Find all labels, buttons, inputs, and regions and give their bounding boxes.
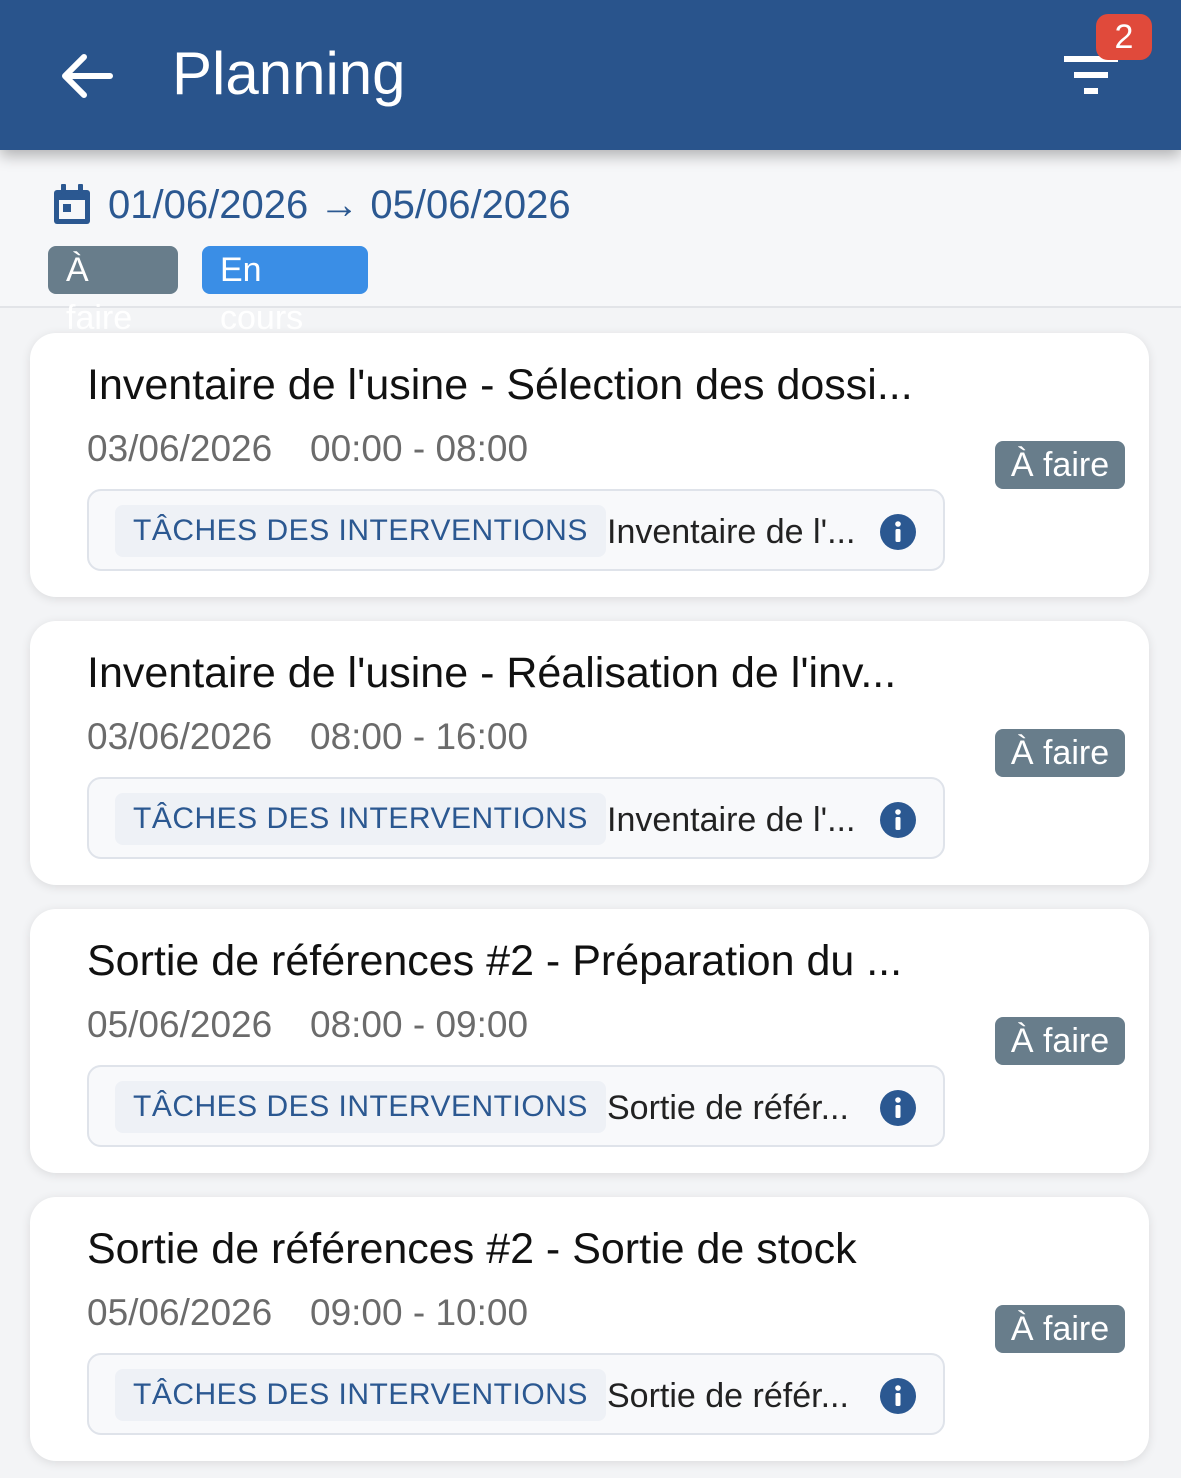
task-card[interactable]: Inventaire de l'usine - Sélection des do… — [30, 333, 1149, 597]
task-card[interactable]: Inventaire de l'usine - Réalisation de l… — [30, 621, 1149, 885]
reference-value: Inventaire de l'... — [607, 801, 856, 839]
filter-summary: 01/06/2026 → 05/06/2026 À faire En cours — [0, 150, 1181, 337]
app-bar: Planning 2 — [0, 0, 1181, 150]
task-title: Sortie de références #2 - Sortie de stoc… — [87, 1225, 857, 1273]
task-status-badge: À faire — [995, 1017, 1125, 1065]
task-date: 03/06/2026 — [87, 428, 273, 469]
task-date: 03/06/2026 — [87, 716, 273, 757]
reference-category: TÂCHES DES INTERVENTIONS — [115, 505, 606, 557]
task-title: Inventaire de l'usine - Sélection des do… — [87, 361, 913, 409]
filter-count-badge: 2 — [1096, 14, 1152, 60]
info-icon[interactable] — [879, 1089, 917, 1127]
reference-value: Inventaire de l'... — [607, 513, 856, 551]
task-reference[interactable]: TÂCHES DES INTERVENTIONS Sortie de référ… — [87, 1353, 945, 1435]
reference-value: Sortie de référ... — [607, 1089, 849, 1127]
reference-category: TÂCHES DES INTERVENTIONS — [115, 793, 606, 845]
reference-value: Sortie de référ... — [607, 1377, 849, 1415]
task-title: Sortie de références #2 - Préparation du… — [87, 937, 903, 985]
task-date: 05/06/2026 — [87, 1292, 273, 1333]
task-title: Inventaire de l'usine - Réalisation de l… — [87, 649, 897, 697]
task-reference[interactable]: TÂCHES DES INTERVENTIONS Inventaire de l… — [87, 777, 945, 859]
calendar-icon — [54, 184, 90, 224]
task-status-badge: À faire — [995, 729, 1125, 777]
task-status-badge: À faire — [995, 1305, 1125, 1353]
task-time: 08:00 - 16:00 — [310, 716, 529, 757]
task-reference[interactable]: TÂCHES DES INTERVENTIONS Sortie de référ… — [87, 1065, 945, 1147]
task-time: 00:00 - 08:00 — [310, 428, 529, 469]
date-range[interactable]: 01/06/2026 → 05/06/2026 — [108, 180, 571, 230]
page-title: Planning — [172, 40, 406, 107]
status-chip-in-progress[interactable]: En cours — [202, 246, 368, 337]
info-icon[interactable] — [879, 513, 917, 551]
task-card[interactable]: Sortie de références #2 - Préparation du… — [30, 909, 1149, 1173]
info-icon[interactable] — [879, 1377, 917, 1415]
reference-category: TÂCHES DES INTERVENTIONS — [115, 1081, 606, 1133]
status-chip-todo[interactable]: À faire — [48, 246, 178, 337]
back-button[interactable] — [56, 45, 118, 107]
arrow-left-icon — [62, 54, 113, 98]
task-time: 08:00 - 09:00 — [310, 1004, 529, 1045]
task-card[interactable]: Sortie de références #2 - Sortie de stoc… — [30, 1197, 1149, 1461]
task-reference[interactable]: TÂCHES DES INTERVENTIONS Inventaire de l… — [87, 489, 945, 571]
task-time: 09:00 - 10:00 — [310, 1292, 529, 1333]
task-status-badge: À faire — [995, 441, 1125, 489]
reference-category: TÂCHES DES INTERVENTIONS — [115, 1369, 606, 1421]
task-date: 05/06/2026 — [87, 1004, 273, 1045]
info-icon[interactable] — [879, 801, 917, 839]
